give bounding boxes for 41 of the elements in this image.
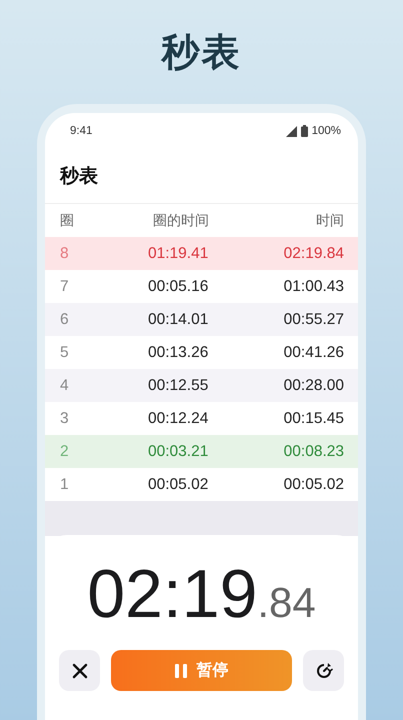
- lap-number: 7: [60, 278, 70, 296]
- lap-number: 8: [60, 244, 70, 262]
- close-icon: [72, 662, 88, 678]
- timer-icon: [314, 662, 332, 680]
- lap-time: 00:12.55: [148, 376, 210, 394]
- total-time: 01:00.43: [284, 278, 344, 296]
- lap-time: 00:05.02: [148, 476, 210, 494]
- total-time: 00:55.27: [284, 310, 344, 328]
- status-time: 9:41: [70, 125, 92, 137]
- total-time: 02:19.84: [284, 244, 344, 262]
- lap-number: 1: [60, 476, 70, 494]
- lap-time: 00:03.21: [148, 442, 210, 460]
- lap-button[interactable]: [303, 650, 344, 691]
- total-time: 00:08.23: [284, 442, 344, 460]
- battery-level: 100%: [312, 125, 341, 137]
- total-time-column-header: 时间: [316, 212, 344, 230]
- lap-time: 00:05.16: [148, 278, 210, 296]
- signal-icon: [286, 126, 297, 136]
- screen-title: 秒表: [60, 164, 98, 189]
- lap-time-column-header: 圈的时间: [152, 212, 210, 230]
- lap-number: 5: [60, 344, 70, 362]
- pause-icon: [174, 664, 186, 678]
- battery-icon: [300, 125, 308, 137]
- total-time: 00:41.26: [284, 344, 344, 362]
- lap-number: 4: [60, 376, 70, 394]
- total-time: 00:05.02: [284, 476, 344, 494]
- lap-time: 00:12.24: [148, 410, 210, 428]
- reset-button[interactable]: [59, 650, 100, 691]
- total-time: 00:15.45: [284, 410, 344, 428]
- lap-time: 01:19.41: [148, 244, 210, 262]
- pause-button[interactable]: 暂停: [111, 650, 292, 691]
- lap-number: 6: [60, 310, 70, 328]
- lap-number: 2: [60, 442, 70, 460]
- elapsed-time: 02:19: [87, 555, 258, 633]
- lap-column-header: 圈: [60, 212, 75, 230]
- total-time: 00:28.00: [284, 376, 344, 394]
- elapsed-hundredths: .84: [257, 579, 316, 627]
- lap-time: 00:13.26: [148, 344, 210, 362]
- lap-time: 00:14.01: [148, 310, 210, 328]
- lap-number: 3: [60, 410, 70, 428]
- headline: 秒表: [162, 28, 242, 76]
